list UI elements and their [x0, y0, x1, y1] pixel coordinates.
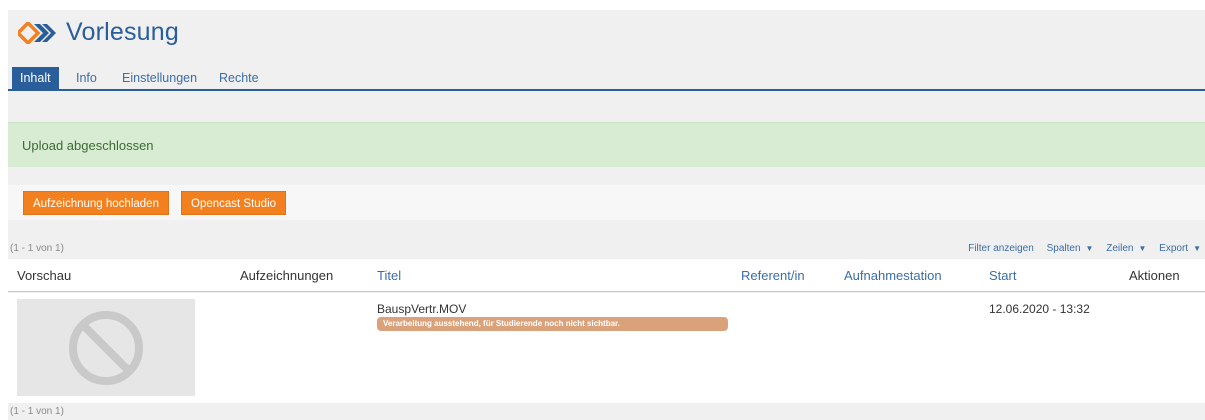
success-alert: Upload abgeschlossen [8, 122, 1205, 167]
column-header-aktionen: Aktionen [1129, 268, 1180, 283]
columns-label: Spalten [1046, 243, 1081, 254]
table-header: Vorschau Aufzeichnungen Titel Referent/i… [8, 259, 1205, 292]
column-header-vorschau: Vorschau [17, 268, 72, 283]
columns-dropdown[interactable]: Spalten ▼ [1042, 243, 1094, 254]
export-dropdown[interactable]: Export ▼ [1154, 243, 1201, 254]
tab-bar: Inhalt Info Einstellungen Rechte [8, 67, 1205, 91]
page-header: Vorlesung [8, 10, 1205, 56]
pagination-range-top: (1 - 1 von 1) [10, 243, 64, 254]
column-header-aufzeichnungen: Aufzeichnungen [240, 268, 334, 283]
column-header-start[interactable]: Start [989, 268, 1016, 283]
column-header-aufnahmestation[interactable]: Aufnahmestation [844, 268, 942, 283]
opencast-studio-button[interactable]: Opencast Studio [181, 191, 287, 215]
pagination-range-bottom: (1 - 1 von 1) [10, 406, 64, 417]
tab-inhalt[interactable]: Inhalt [12, 67, 59, 89]
table-tools: Filter anzeigen Spalten ▼ Zeilen ▼ Export ▼ [963, 243, 1201, 254]
rows-label: Zeilen [1106, 243, 1134, 254]
column-header-referent[interactable]: Referent/in [741, 268, 805, 283]
filter-toggle-link[interactable]: Filter anzeigen [968, 243, 1034, 254]
no-preview-icon [69, 311, 143, 385]
caret-down-icon: ▼ [1193, 244, 1201, 253]
status-badge: Verarbeitung ausstehend, für Studierende… [377, 317, 728, 331]
tab-einstellungen[interactable]: Einstellungen [114, 67, 205, 89]
upload-recording-button[interactable]: Aufzeichnung hochladen [23, 191, 169, 215]
recording-start: 12.06.2020 - 13:32 [989, 302, 1090, 316]
recording-title: BauspVertr.MOV [377, 302, 467, 316]
tab-rechte[interactable]: Rechte [211, 67, 267, 89]
export-label: Export [1159, 243, 1189, 254]
opencast-chevron-logo-icon [18, 22, 56, 44]
action-toolbar: Aufzeichnung hochladen Opencast Studio [8, 185, 1205, 220]
table-row: BauspVertr.MOV Verarbeitung ausstehend, … [8, 293, 1205, 403]
rows-dropdown[interactable]: Zeilen ▼ [1101, 243, 1146, 254]
tab-info[interactable]: Info [68, 67, 105, 89]
page-title: Vorlesung [66, 18, 179, 46]
preview-thumbnail [17, 299, 195, 396]
caret-down-icon: ▼ [1085, 244, 1094, 253]
alert-message: Upload abgeschlossen [22, 138, 154, 153]
caret-down-icon: ▼ [1138, 244, 1147, 253]
column-header-titel[interactable]: Titel [377, 268, 401, 283]
